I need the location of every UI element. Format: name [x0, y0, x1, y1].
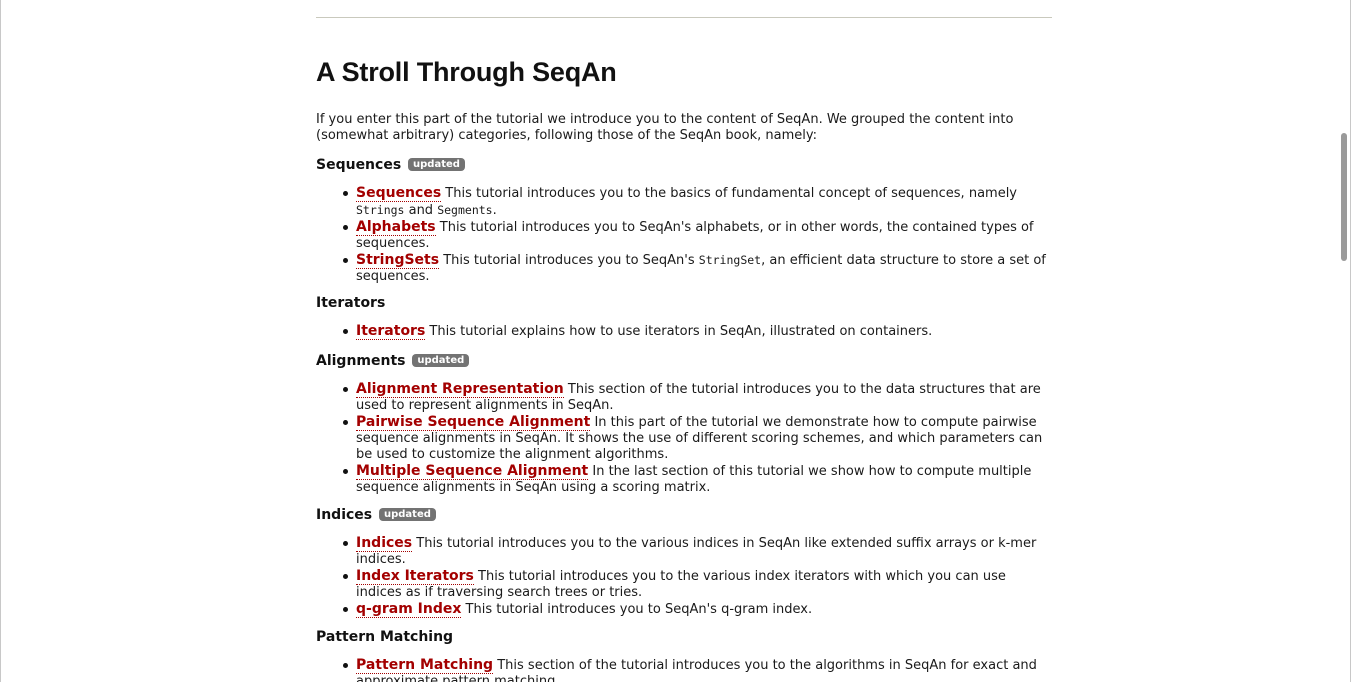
list-item: Iterators This tutorial explains how to … — [343, 323, 1052, 340]
link-index-iterators[interactable]: Index Iterators — [356, 568, 474, 585]
section-title: Pattern Matching — [316, 629, 454, 645]
section-indices: Indices updated Indices This tutorial in… — [316, 506, 1052, 618]
topic-list: Iterators This tutorial explains how to … — [316, 323, 1052, 340]
code-segments: Segments — [437, 203, 493, 217]
list-item: Indices This tutorial introduces you to … — [343, 535, 1052, 568]
section-pattern-matching: Pattern Matching Pattern Matching This s… — [316, 628, 1052, 682]
item-description: This tutorial introduces you to SeqAn's — [439, 253, 699, 268]
section-title: Indices — [316, 507, 373, 523]
link-alignment-representation[interactable]: Alignment Representation — [356, 381, 564, 398]
link-alphabets[interactable]: Alphabets — [356, 219, 436, 236]
page-title: A Stroll Through SeqAn — [316, 57, 617, 87]
link-sequences[interactable]: Sequences — [356, 185, 442, 202]
topic-list: Indices This tutorial introduces you to … — [316, 535, 1052, 618]
intro-paragraph: If you enter this part of the tutorial w… — [316, 112, 1014, 143]
item-description: . — [492, 203, 497, 218]
list-item: Pairwise Sequence Alignment In this part… — [343, 414, 1052, 463]
section-heading: Iterators — [316, 294, 1052, 312]
list-item: Index Iterators This tutorial introduces… — [343, 568, 1052, 601]
updated-badge: updated — [408, 158, 465, 171]
list-item: Sequences This tutorial introduces you t… — [343, 185, 1052, 219]
item-description: This tutorial introduces you to the basi… — [441, 186, 1017, 201]
scrollbar-thumb[interactable] — [1341, 133, 1347, 261]
list-item: Multiple Sequence Alignment In the last … — [343, 463, 1052, 496]
list-item: Pattern Matching This section of the tut… — [343, 657, 1052, 682]
list-item: Alignment Representation This section of… — [343, 381, 1052, 414]
section-heading: Indices updated — [316, 506, 1052, 524]
list-item: q-gram Index This tutorial introduces yo… — [343, 601, 1052, 618]
section-alignments: Alignments updated Alignment Representat… — [316, 352, 1052, 496]
link-pattern-matching[interactable]: Pattern Matching — [356, 657, 494, 674]
item-description: This tutorial explains how to use iterat… — [425, 324, 933, 339]
section-iterators: Iterators Iterators This tutorial explai… — [316, 294, 1052, 340]
section-heading: Alignments updated — [316, 352, 1052, 370]
link-stringsets[interactable]: StringSets — [356, 252, 440, 269]
section-title: Sequences — [316, 157, 402, 173]
list-item: StringSets This tutorial introduces you … — [343, 252, 1052, 285]
code-stringset: StringSet — [698, 253, 762, 267]
item-description: and — [404, 203, 438, 218]
item-description: This tutorial introduces you to SeqAn's … — [461, 602, 813, 617]
section-title: Iterators — [316, 295, 386, 311]
section-sequences: Sequences updated Sequences This tutoria… — [316, 156, 1052, 285]
link-multiple-sequence-alignment[interactable]: Multiple Sequence Alignment — [356, 463, 589, 480]
section-heading: Pattern Matching — [316, 628, 1052, 646]
link-q-gram-index[interactable]: q-gram Index — [356, 601, 462, 618]
topic-list: Pattern Matching This section of the tut… — [316, 657, 1052, 682]
list-item: Alphabets This tutorial introduces you t… — [343, 219, 1052, 252]
vertical-scrollbar[interactable] — [1338, 0, 1350, 682]
horizontal-rule — [316, 17, 1052, 18]
link-pairwise-sequence-alignment[interactable]: Pairwise Sequence Alignment — [356, 414, 591, 431]
link-indices[interactable]: Indices — [356, 535, 413, 552]
link-iterators[interactable]: Iterators — [356, 323, 426, 340]
updated-badge: updated — [412, 354, 470, 367]
item-description: This tutorial introduces you to the vari… — [356, 536, 1037, 567]
code-strings: Strings — [356, 203, 405, 217]
section-title: Alignments — [316, 353, 406, 369]
topic-list: Sequences This tutorial introduces you t… — [316, 185, 1052, 285]
section-heading: Sequences updated — [316, 156, 1052, 174]
item-description: This tutorial introduces you to SeqAn's … — [356, 220, 1034, 251]
topic-list: Alignment Representation This section of… — [316, 381, 1052, 496]
window-border-left — [0, 0, 1, 682]
updated-badge: updated — [379, 508, 436, 521]
